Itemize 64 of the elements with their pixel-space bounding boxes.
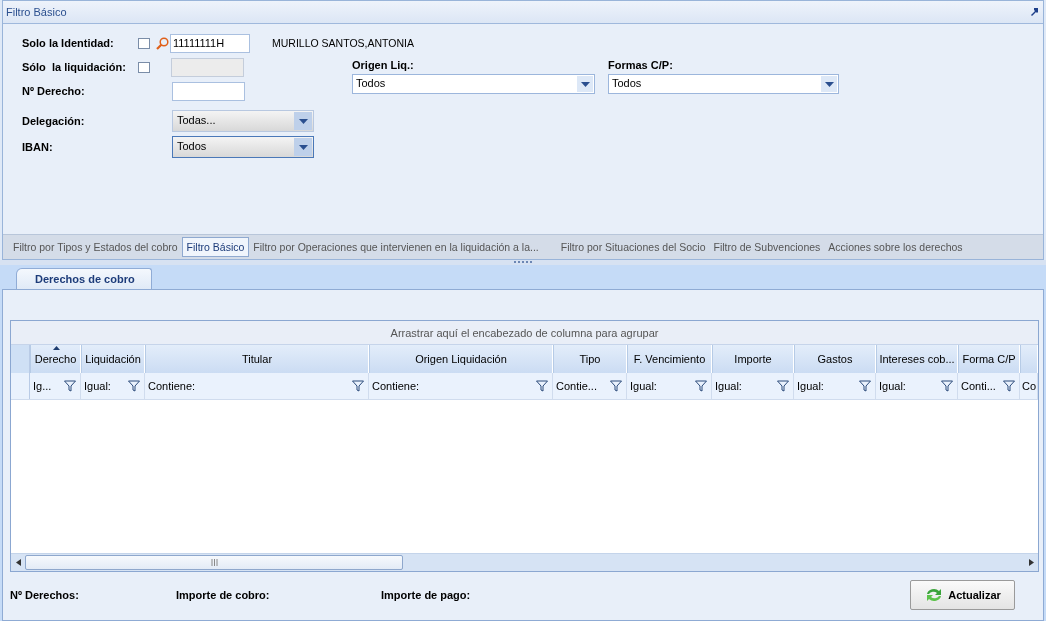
filter-icon[interactable] <box>1003 380 1015 392</box>
filter-icon[interactable] <box>128 380 140 392</box>
filter-operator[interactable]: Contie... <box>556 380 597 392</box>
filter-tab[interactable]: Filtro por Tipos y Estados del cobro <box>9 237 182 257</box>
total-label: Importe de cobro: <box>176 589 271 601</box>
filter-operator[interactable]: Contiene: <box>372 380 420 392</box>
dropdown[interactable]: Todos <box>172 136 314 158</box>
filter-icon[interactable] <box>352 380 364 392</box>
dropdown[interactable]: Todos <box>608 74 839 94</box>
filter-operator[interactable]: Igual: <box>797 380 824 392</box>
column-header[interactable]: Titular <box>145 345 369 373</box>
filter-icon[interactable] <box>941 380 953 392</box>
filter-operator[interactable]: Contiene: <box>148 380 196 392</box>
column-header[interactable]: Forma C/P <box>958 345 1020 373</box>
filter-tab[interactable]: Filtro de Subvenciones <box>709 237 825 257</box>
derecho-input-field[interactable] <box>172 81 245 101</box>
pin-icon[interactable] <box>1030 7 1039 17</box>
column-header[interactable]: Liquidación <box>81 345 145 373</box>
filter-icon[interactable] <box>64 380 76 392</box>
total-label: Nº Derechos: <box>10 589 80 601</box>
field-label: IBAN: <box>22 141 54 153</box>
dropdown[interactable]: Todos <box>352 74 595 94</box>
column-header[interactable]: Intereses cob... <box>876 345 958 373</box>
total-label: Importe de pago: <box>381 589 472 601</box>
filter-operator[interactable]: Igual: <box>715 380 742 392</box>
column-header[interactable]: Gastos <box>794 345 876 373</box>
filter-operator[interactable]: Ig... <box>33 380 52 392</box>
refresh-button[interactable]: Actualizar <box>910 580 1015 610</box>
holder-name: MURILLO SANTOS,ANTONIA <box>272 37 414 49</box>
column-header[interactable]: F. Vencimiento <box>627 345 712 373</box>
checkbox[interactable] <box>138 37 150 49</box>
field-label: Formas C/P: <box>608 59 674 71</box>
field-label: Origen Liq.: <box>352 59 415 71</box>
filter-tab[interactable]: Filtro Básico <box>181 237 250 257</box>
filter-icon[interactable] <box>695 380 707 392</box>
filter-tab[interactable]: Acciones sobre los derechos <box>824 237 967 257</box>
identity-input-field[interactable]: 11111111H <box>170 33 250 53</box>
filter-operator[interactable]: Co <box>1022 380 1037 392</box>
column-header[interactable]: Importe <box>712 345 794 373</box>
filter-operator[interactable]: Igual: <box>879 380 906 392</box>
horizontal-scrollbar[interactable] <box>11 553 1038 571</box>
field-label: Nº Derecho: <box>22 85 86 97</box>
splitter-grip-icon[interactable] <box>514 261 532 264</box>
group-hint: Arrastrar aquí el encabezado de columna para agrupar <box>390 326 659 339</box>
filter-icon[interactable] <box>536 380 548 392</box>
panel-title: Filtro Básico <box>6 6 67 18</box>
column-header[interactable]: Tipo <box>553 345 627 373</box>
column-header[interactable]: Origen Liquidación <box>369 345 553 373</box>
field-label: Sólo la liquidación: <box>22 61 127 73</box>
filter-operator[interactable]: Igual: <box>84 380 111 392</box>
field-label: Solo la Identidad: <box>22 37 115 49</box>
content-tab[interactable]: Derechos de cobro <box>16 268 152 289</box>
search-icon[interactable] <box>156 36 169 50</box>
filter-operator[interactable]: Conti... <box>961 380 996 392</box>
filter-tab[interactable]: Filtro por Situaciones del Socio <box>556 237 710 257</box>
column-header[interactable]: Derecho <box>30 345 81 373</box>
filter-icon[interactable] <box>610 380 622 392</box>
field-label: Delegación: <box>22 115 86 127</box>
filter-icon[interactable] <box>859 380 871 392</box>
filter-icon[interactable] <box>777 380 789 392</box>
dropdown[interactable]: Todas... <box>172 110 314 132</box>
filter-tab[interactable]: Filtro por Operaciones que intervienen en la liquidación a la... <box>249 237 543 257</box>
scroll-thumb[interactable] <box>25 555 403 570</box>
filter-operator[interactable]: Igual: <box>630 380 657 392</box>
